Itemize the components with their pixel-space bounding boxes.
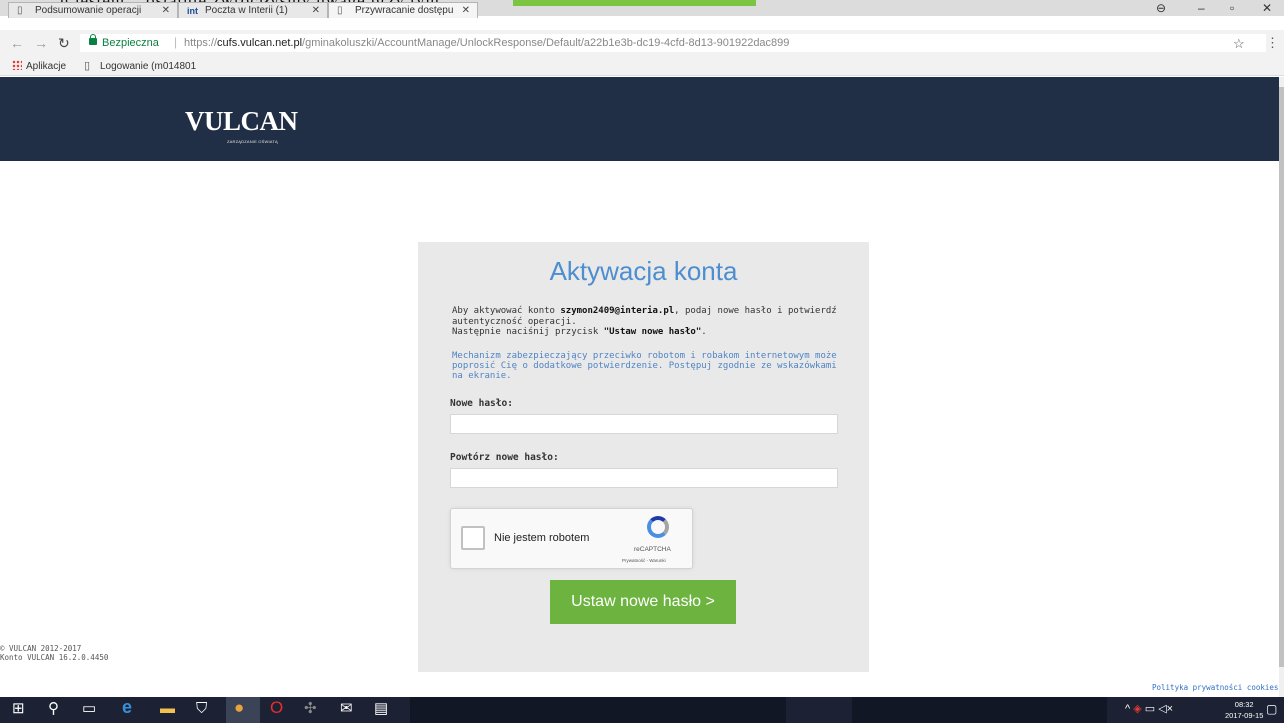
restore-icon[interactable]: ▫ [1230, 1, 1234, 15]
clock-time: 08:32 [1234, 700, 1254, 709]
logo-subtitle: ZARZĄDZANIE OŚWIATĄ [227, 139, 278, 144]
notifications-icon[interactable]: ▢ [1266, 702, 1277, 716]
bookmarks-bar: Aplikacje ▯ Logowanie (m014801 [0, 56, 1284, 76]
tab-przywracanie[interactable]: ▯ Przywracanie dostępu ✕ [328, 2, 478, 18]
tab-podsumowanie[interactable]: ▯ Podsumowanie operacji ✕ [8, 2, 178, 18]
taskbar-empty-right [852, 697, 1107, 723]
activation-panel: Aktywacja konta Aby aktywować konto szym… [418, 242, 869, 672]
set-password-button[interactable]: Ustaw nowe hasło > [550, 580, 736, 624]
minimize-icon[interactable]: – [1198, 1, 1205, 15]
captcha-note: Mechanizm zabezpieczający przeciwko robo… [452, 351, 837, 381]
url-path: /gminakoluszki/AccountManage/UnlockRespo… [302, 37, 790, 49]
menu-icon[interactable]: ⋮ [1266, 35, 1279, 51]
interia-icon: int [187, 6, 198, 16]
tab-label: Poczta w Interii (1) [205, 5, 288, 16]
edge-icon[interactable]: e [122, 698, 132, 716]
system-tray[interactable]: ^ ◈ ▭ ◁× [1125, 702, 1173, 715]
account-email: szymon2409@interia.pl [560, 306, 675, 316]
overflow-highlight [513, 0, 756, 6]
secure-label: Bezpieczna [102, 37, 159, 49]
recaptcha-links[interactable]: Prywatność - Warunki [622, 558, 666, 563]
copyright: © VULCAN 2012-2017 [0, 644, 82, 653]
taskbar-empty-left [410, 697, 786, 723]
url-scheme: https:// [184, 37, 218, 49]
page-icon: ▯ [84, 60, 91, 72]
new-password-label: Nowe hasło: [450, 398, 513, 409]
repeat-password-field[interactable] [450, 468, 838, 488]
forward-icon[interactable]: → [34, 35, 48, 51]
page-icon: ▯ [17, 5, 23, 16]
captcha-checkbox[interactable] [461, 526, 485, 550]
close-icon[interactable]: ✕ [312, 5, 320, 16]
bookmark-apps[interactable]: Aplikacje [26, 61, 66, 72]
url-text[interactable]: https://cufs.vulcan.net.pl/gminakoluszki… [184, 37, 789, 49]
lock-icon [89, 34, 97, 45]
vulcan-logo[interactable]: VULCAN [185, 106, 298, 137]
site-header: VULCAN ZARZĄDZANIE OŚWIATĄ [0, 77, 1280, 161]
instruction-prefix: Następnie naciśnij przycisk [452, 327, 604, 337]
captcha-label: Nie jestem robotem [494, 532, 590, 544]
folder-icon[interactable]: ▬ [160, 701, 175, 717]
close-icon[interactable]: ✕ [162, 5, 170, 16]
browser-toolbar: ← → ↻ Bezpieczna | https://cufs.vulcan.n… [0, 30, 1284, 56]
windows-taskbar: ⊞ ⚲ ▭ e ▬ ⛉ ● O ✣ ✉ ▤ ^ ◈ ▭ ◁× 08:32 201… [0, 697, 1284, 723]
back-icon[interactable]: ← [10, 35, 24, 51]
intro-text: Aby aktywować konto szymon2409@interia.p… [452, 306, 842, 338]
network-icon: ▭ [1144, 703, 1156, 715]
reload-icon[interactable]: ↻ [58, 35, 70, 52]
scrollbar-thumb[interactable] [1279, 87, 1284, 667]
page-title: Aktywacja konta [549, 256, 738, 286]
version: Konto VULCAN 16.2.0.4450 [0, 653, 109, 662]
bookmark-star-icon[interactable]: ☆ [1233, 36, 1245, 52]
footer-info: © VULCAN 2012-2017 Konto VULCAN 16.2.0.4… [0, 644, 108, 662]
close-icon[interactable]: ✕ [462, 5, 470, 16]
tab-interia[interactable]: int Poczta w Interii (1) ✕ [178, 2, 328, 18]
tablet-icon[interactable]: ▤ [374, 701, 388, 717]
bookmark-item[interactable]: Logowanie (m014801 [100, 61, 196, 72]
shield-icon: ◈ [1133, 703, 1142, 715]
volume-icon: ◁× [1158, 703, 1174, 715]
cookies-link[interactable]: Polityka prywatności cookies [1152, 683, 1278, 692]
windows-start-icon[interactable]: ⊞ [12, 701, 25, 717]
recaptcha-icon [647, 516, 669, 538]
new-password-field[interactable] [450, 414, 838, 434]
tab-strip: u jestem... ostatnie zwróciłyśmy uwagę p… [0, 0, 1284, 18]
task-view-icon[interactable]: ▭ [82, 701, 96, 717]
profile-icon[interactable]: ⊖ [1156, 1, 1166, 15]
url-host: cufs.vulcan.net.pl [217, 37, 303, 49]
clock-date: 2017-09-15 [1225, 711, 1264, 720]
address-bar[interactable]: Bezpieczna | https://cufs.vulcan.net.pl/… [80, 34, 1266, 52]
recaptcha-widget: Nie jestem robotem reCAPTCHA Prywatność … [450, 508, 693, 569]
search-icon[interactable]: ⚲ [48, 701, 59, 717]
page-viewport: VULCAN ZARZĄDZANIE OŚWIATĄ Aktywacja kon… [0, 77, 1280, 697]
app-icon[interactable]: ✣ [304, 701, 317, 717]
page-icon: ▯ [337, 5, 343, 16]
tab-label: Podsumowanie operacji [35, 5, 142, 16]
store-icon[interactable]: ⛉ [196, 701, 207, 717]
repeat-password-label: Powtórz nowe hasło: [450, 452, 559, 463]
taskbar-empty-mid [786, 697, 852, 723]
opera-icon[interactable]: O [270, 699, 283, 716]
tab-label: Przywracanie dostępu [355, 5, 454, 16]
instruction-suffix: . [701, 327, 707, 337]
apps-grid-icon [12, 60, 22, 70]
page-scrollbar[interactable] [1279, 77, 1284, 697]
url-separator: | [174, 35, 178, 49]
recaptcha-brand: reCAPTCHA [634, 546, 671, 553]
intro-prefix: Aby aktywować konto [452, 306, 561, 316]
close-window-icon[interactable]: ✕ [1262, 1, 1272, 15]
chrome-icon[interactable]: ● [234, 699, 244, 716]
mail-icon[interactable]: ✉ [340, 701, 353, 717]
clock[interactable]: 08:32 2017-09-15 [1225, 699, 1263, 721]
instruction-button: "Ustaw nowe hasło" [603, 327, 702, 337]
